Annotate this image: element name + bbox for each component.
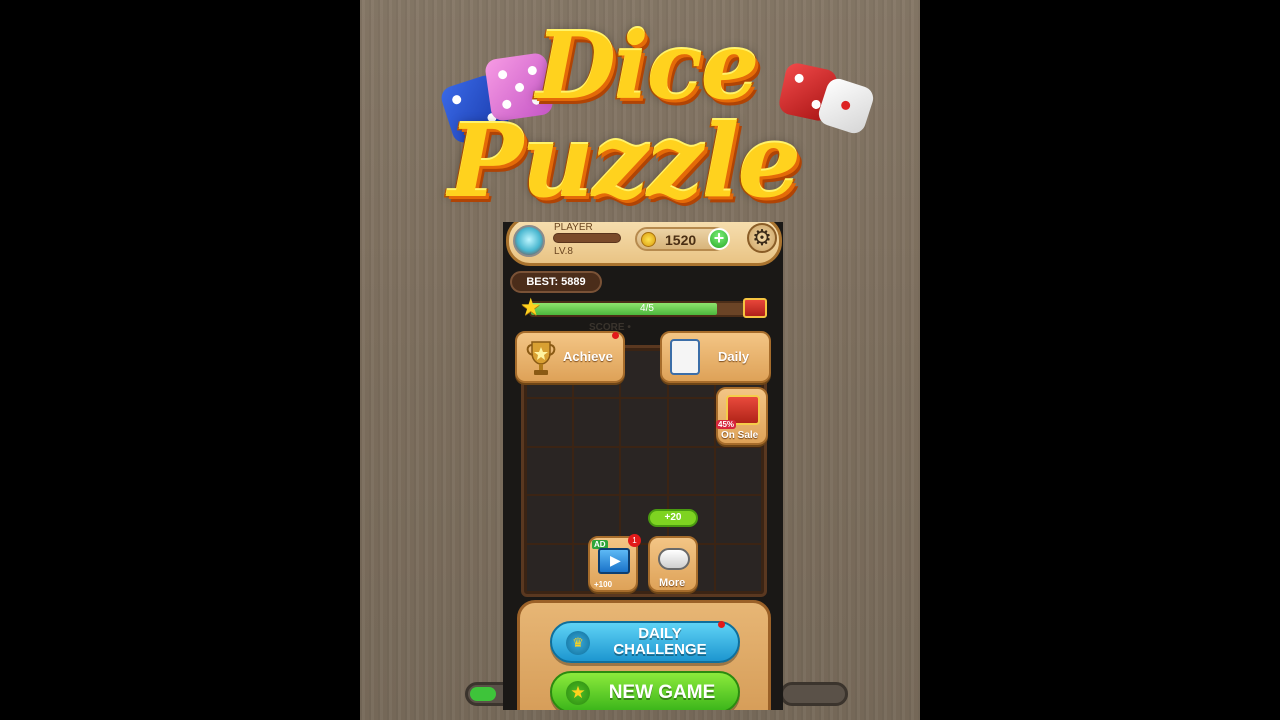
achieve-button[interactable]: Achieve	[515, 331, 625, 383]
daily-challenge-button[interactable]: ♛ DAILY CHALLENGE	[550, 621, 740, 663]
logo-title-line-2: Puzzle	[446, 101, 802, 222]
background-progress-bar-right	[780, 682, 848, 706]
achieve-notification-dot	[612, 332, 619, 339]
board-cell[interactable]	[527, 447, 573, 495]
best-score: BEST: 5889	[510, 271, 602, 293]
more-games-button[interactable]: More	[648, 536, 698, 592]
board-cell[interactable]	[621, 399, 667, 446]
daily-challenge-line-2: CHALLENGE	[613, 641, 707, 658]
board-cell[interactable]	[715, 496, 761, 543]
gamepad-icon	[658, 548, 690, 570]
board-cell[interactable]	[574, 447, 620, 495]
new-game-button[interactable]: ★ NEW GAME	[550, 671, 740, 710]
more-reward-badge: +20	[648, 509, 698, 527]
player-level: LV.8	[554, 246, 573, 257]
board-cell[interactable]	[668, 447, 714, 495]
player-name: PLAYER	[554, 222, 593, 233]
daily-button[interactable]: Daily	[660, 331, 771, 383]
xp-bar	[553, 233, 621, 243]
rank-badge-icon[interactable]	[513, 225, 545, 257]
coin-icon	[641, 232, 656, 247]
on-sale-button[interactable]: 45% On Sale	[716, 387, 768, 445]
on-sale-label: On Sale	[721, 430, 759, 441]
daily-label: Daily	[718, 349, 750, 364]
game-logo: Dice Puzzle	[438, 11, 880, 223]
star-icon: ★	[520, 294, 542, 321]
achieve-label: Achieve	[563, 349, 613, 364]
board-cell[interactable]	[527, 544, 573, 591]
board-cell[interactable]	[527, 399, 573, 446]
sale-discount-badge: 45%	[716, 420, 737, 429]
board-cell[interactable]	[621, 447, 667, 495]
bottom-action-panel: ♛ DAILY CHALLENGE ★ NEW GAME	[517, 600, 771, 710]
game-screen: PLAYER LV.8 1520 + ⚙ BEST: 5889 4/5 ★ SC…	[503, 222, 783, 710]
player-header: PLAYER LV.8 1520 + ⚙	[506, 222, 782, 266]
board-cell[interactable]	[527, 496, 573, 543]
daily-challenge-label: DAILY CHALLENGE	[600, 626, 720, 658]
level-progress-bar: 4/5	[529, 301, 765, 317]
settings-gear-icon[interactable]: ⚙	[747, 223, 777, 253]
coin-balance: 1520 +	[635, 227, 730, 251]
ad-count-badge: 1	[628, 534, 641, 547]
board-cell[interactable]	[715, 447, 761, 495]
video-clapper-icon	[598, 548, 630, 574]
board-cell[interactable]	[668, 399, 714, 446]
add-coins-button[interactable]: +	[708, 228, 730, 250]
level-progress-text: 4/5	[640, 303, 654, 314]
crown-icon: ♛	[566, 631, 590, 655]
more-label: More	[659, 577, 686, 589]
ad-reward-amount: +100	[594, 580, 613, 589]
board-cell[interactable]	[574, 399, 620, 446]
new-game-label: NEW GAME	[608, 682, 716, 703]
daily-challenge-line-1: DAILY	[638, 625, 682, 642]
daily-challenge-notification-dot	[718, 621, 725, 628]
board-cell[interactable]	[715, 544, 761, 591]
trophy-icon	[526, 341, 556, 375]
treasure-chest-icon[interactable]	[743, 298, 767, 318]
watch-ad-button[interactable]: AD +100 1	[588, 534, 641, 592]
coin-count: 1520	[665, 232, 697, 248]
star-icon: ★	[566, 681, 590, 705]
clipboard-icon	[670, 339, 700, 375]
